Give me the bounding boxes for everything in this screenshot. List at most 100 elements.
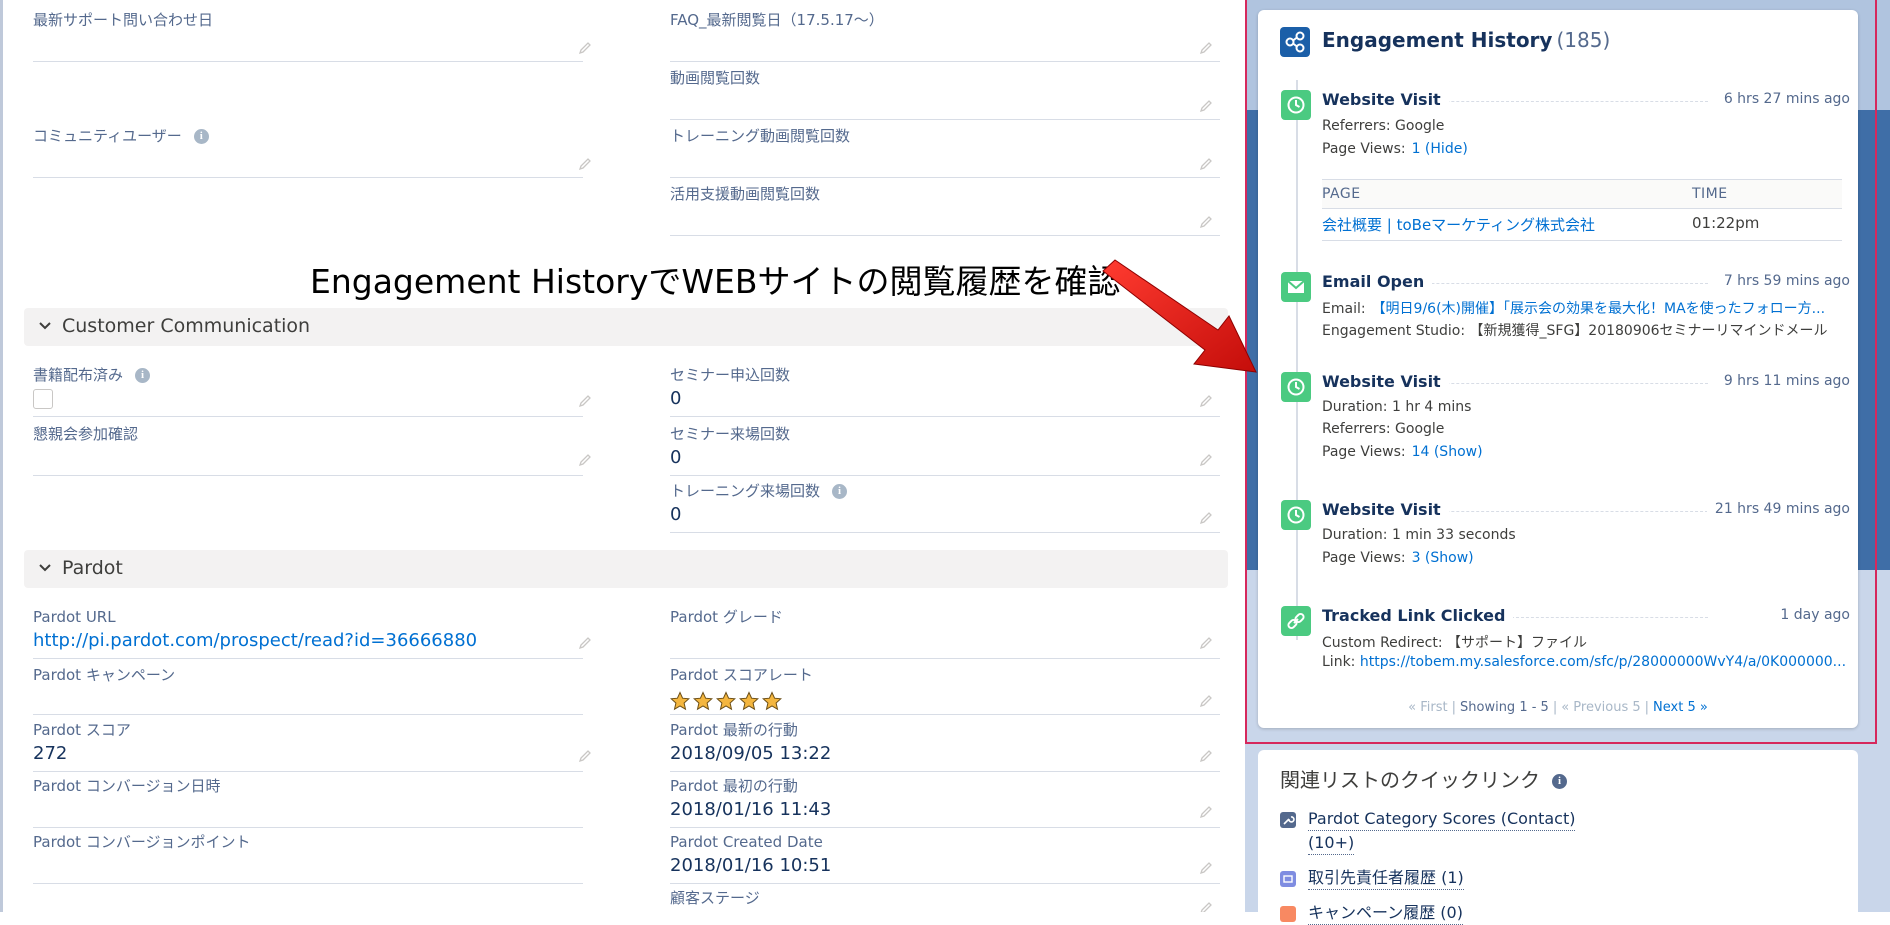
field-pardot-first-activity: Pardot 最初の行動 2018/01/16 11:43 xyxy=(670,776,1220,828)
score-rating-stars xyxy=(670,691,1220,711)
section-title: Pardot xyxy=(62,557,123,579)
field-community-user: コミュニティユーザー i xyxy=(33,126,583,178)
star-icon xyxy=(762,691,782,711)
field-label: Pardot Created Date xyxy=(670,833,823,851)
pencil-edit-icon[interactable] xyxy=(1198,156,1214,172)
field-faq-latest-date: FAQ_最新閲覧日（17.5.17～） xyxy=(670,10,1220,62)
field-latest-support-date: 最新サポート問い合わせ日 xyxy=(33,10,583,62)
quick-link-label[interactable]: Pardot Category Scores (Contact) xyxy=(1308,808,1576,831)
field-label: セミナー申込回数 xyxy=(670,366,791,384)
pencil-edit-icon[interactable] xyxy=(1198,214,1214,230)
pencil-edit-icon[interactable] xyxy=(1198,40,1214,56)
field-label: コミュニティユーザー i xyxy=(33,126,583,146)
field-label: 動画閲覧回数 xyxy=(670,69,761,87)
pencil-edit-icon[interactable] xyxy=(1198,98,1214,114)
field-pardot-campaign: Pardot キャンペーン xyxy=(33,665,583,715)
field-value: 272 xyxy=(33,743,68,764)
pencil-edit-icon[interactable] xyxy=(1198,635,1214,651)
field-label: Pardot 最初の行動 xyxy=(670,777,798,795)
field-label: Pardot コンバージョンポイント xyxy=(33,833,251,851)
field-social-event: 懇親会参加確認 xyxy=(33,424,583,476)
field-label: Pardot スコアレート xyxy=(670,666,813,684)
campaign-icon xyxy=(1280,906,1296,922)
field-label: 顧客ステージ xyxy=(670,889,760,907)
field-pardot-grade: Pardot グレード xyxy=(670,607,1220,659)
pencil-edit-icon[interactable] xyxy=(577,452,593,468)
section-title: Customer Communication xyxy=(62,315,311,337)
info-icon[interactable]: i xyxy=(832,484,848,499)
field-value: 0 xyxy=(670,388,682,409)
field-pardot-url: Pardot URL http://pi.pardot.com/prospect… xyxy=(33,607,583,659)
quick-link-count[interactable]: (10+) xyxy=(1308,832,1355,855)
pencil-edit-icon[interactable] xyxy=(1198,804,1214,820)
field-pardot-score: Pardot スコア 272 xyxy=(33,720,583,772)
pencil-edit-icon[interactable] xyxy=(577,156,593,172)
pencil-edit-icon[interactable] xyxy=(1198,693,1214,709)
field-label: Pardot グレード xyxy=(670,608,783,626)
info-icon[interactable]: i xyxy=(135,368,151,383)
field-pardot-score-rating: Pardot スコアレート xyxy=(670,665,1220,715)
pencil-edit-icon[interactable] xyxy=(1198,510,1214,526)
field-support-video-views: 活用支援動画閲覧回数 xyxy=(670,184,1220,236)
field-training-video-views: トレーニング動画閲覧回数 xyxy=(670,126,1220,178)
field-label: 最新サポート問い合わせ日 xyxy=(33,11,214,29)
pencil-edit-icon[interactable] xyxy=(577,393,593,409)
field-training-visits: トレーニング来場回数 i 0 xyxy=(670,481,1220,533)
field-seminar-visits: セミナー来場回数 0 xyxy=(670,424,1220,476)
field-book-distributed: 書籍配布済み i xyxy=(33,365,583,417)
field-label: Pardot コンバージョン日時 xyxy=(33,777,221,795)
field-label: FAQ_最新閲覧日（17.5.17～） xyxy=(670,11,884,29)
pencil-edit-icon[interactable] xyxy=(1198,452,1214,468)
field-value: 0 xyxy=(670,447,682,468)
quick-links-card: 関連リストのクイックリンク i Pardot Category Scores (C… xyxy=(1258,750,1858,925)
pencil-edit-icon[interactable] xyxy=(577,40,593,56)
field-label: 活用支援動画閲覧回数 xyxy=(670,185,821,203)
field-label: Pardot キャンペーン xyxy=(33,666,176,684)
highlight-frame xyxy=(1245,0,1877,744)
field-label: Pardot スコア xyxy=(33,721,131,739)
pencil-edit-icon[interactable] xyxy=(577,635,593,651)
chevron-down-icon xyxy=(39,322,51,330)
field-pardot-created-date: Pardot Created Date 2018/01/16 10:51 xyxy=(670,832,1220,884)
field-video-views: 動画閲覧回数 xyxy=(670,68,1220,120)
chevron-down-icon xyxy=(39,564,51,572)
section-pardot[interactable]: Pardot xyxy=(24,550,1228,588)
info-icon[interactable]: i xyxy=(193,129,209,144)
pencil-edit-icon[interactable] xyxy=(577,748,593,764)
left-edge xyxy=(0,0,3,912)
pencil-edit-icon[interactable] xyxy=(1198,900,1214,912)
field-seminar-applications: セミナー申込回数 0 xyxy=(670,365,1220,417)
field-pardot-last-activity: Pardot 最新の行動 2018/09/05 13:22 xyxy=(670,720,1220,772)
record-detail-panel: 最新サポート問い合わせ日 FAQ_最新閲覧日（17.5.17～） 動画閲覧回数 … xyxy=(0,0,1245,912)
field-label: 書籍配布済み i xyxy=(33,365,583,385)
field-label: Pardot 最新の行動 xyxy=(670,721,798,739)
star-icon xyxy=(670,691,690,711)
info-icon[interactable]: i xyxy=(1552,774,1567,789)
field-value: 2018/09/05 13:22 xyxy=(670,743,832,764)
field-label: Pardot URL xyxy=(33,608,116,626)
annotation-callout: Engagement HistoryでWEBサイトの閲覧履歴を確認 xyxy=(310,262,1121,301)
field-label: トレーニング動画閲覧回数 xyxy=(670,127,851,145)
quick-links-title: 関連リストのクイックリンク i xyxy=(1280,764,1567,793)
field-pardot-conversion-date: Pardot コンバージョン日時 xyxy=(33,776,583,828)
field-value: 2018/01/16 10:51 xyxy=(670,855,832,876)
star-icon xyxy=(739,691,759,711)
pencil-edit-icon[interactable] xyxy=(1198,393,1214,409)
star-icon xyxy=(716,691,736,711)
field-pardot-conversion-point: Pardot コンバージョンポイント xyxy=(33,832,583,884)
pardot-url-link[interactable]: http://pi.pardot.com/prospect/read?id=36… xyxy=(33,629,583,653)
field-customer-stage: 顧客ステージ xyxy=(670,888,1220,912)
field-label: トレーニング来場回数 i xyxy=(670,481,1220,501)
contact-history-icon xyxy=(1280,871,1296,887)
quick-link-label[interactable]: キャンペーン履歴 (0) xyxy=(1308,902,1463,925)
star-icon xyxy=(693,691,713,711)
book-distributed-checkbox[interactable] xyxy=(33,389,53,409)
field-label: セミナー来場回数 xyxy=(670,425,791,443)
pencil-edit-icon[interactable] xyxy=(1198,860,1214,876)
field-value: 2018/01/16 11:43 xyxy=(670,799,832,820)
pencil-edit-icon[interactable] xyxy=(1198,748,1214,764)
section-customer-communication[interactable]: Customer Communication xyxy=(24,308,1228,346)
wrench-icon xyxy=(1280,812,1296,828)
field-value: 0 xyxy=(670,504,682,525)
quick-link-label[interactable]: 取引先責任者履歴 (1) xyxy=(1308,867,1464,890)
